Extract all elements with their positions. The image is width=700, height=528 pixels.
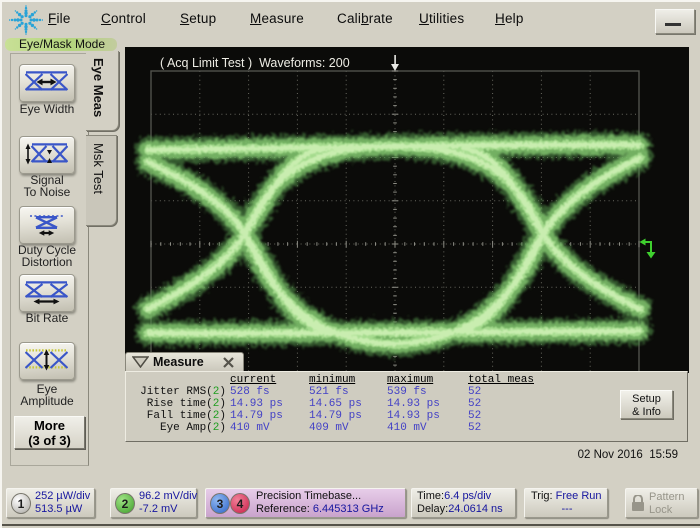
svg-text:( Acq Limit Test ) Waveforms:: ( Acq Limit Test ) Waveforms: 200: [160, 56, 350, 70]
